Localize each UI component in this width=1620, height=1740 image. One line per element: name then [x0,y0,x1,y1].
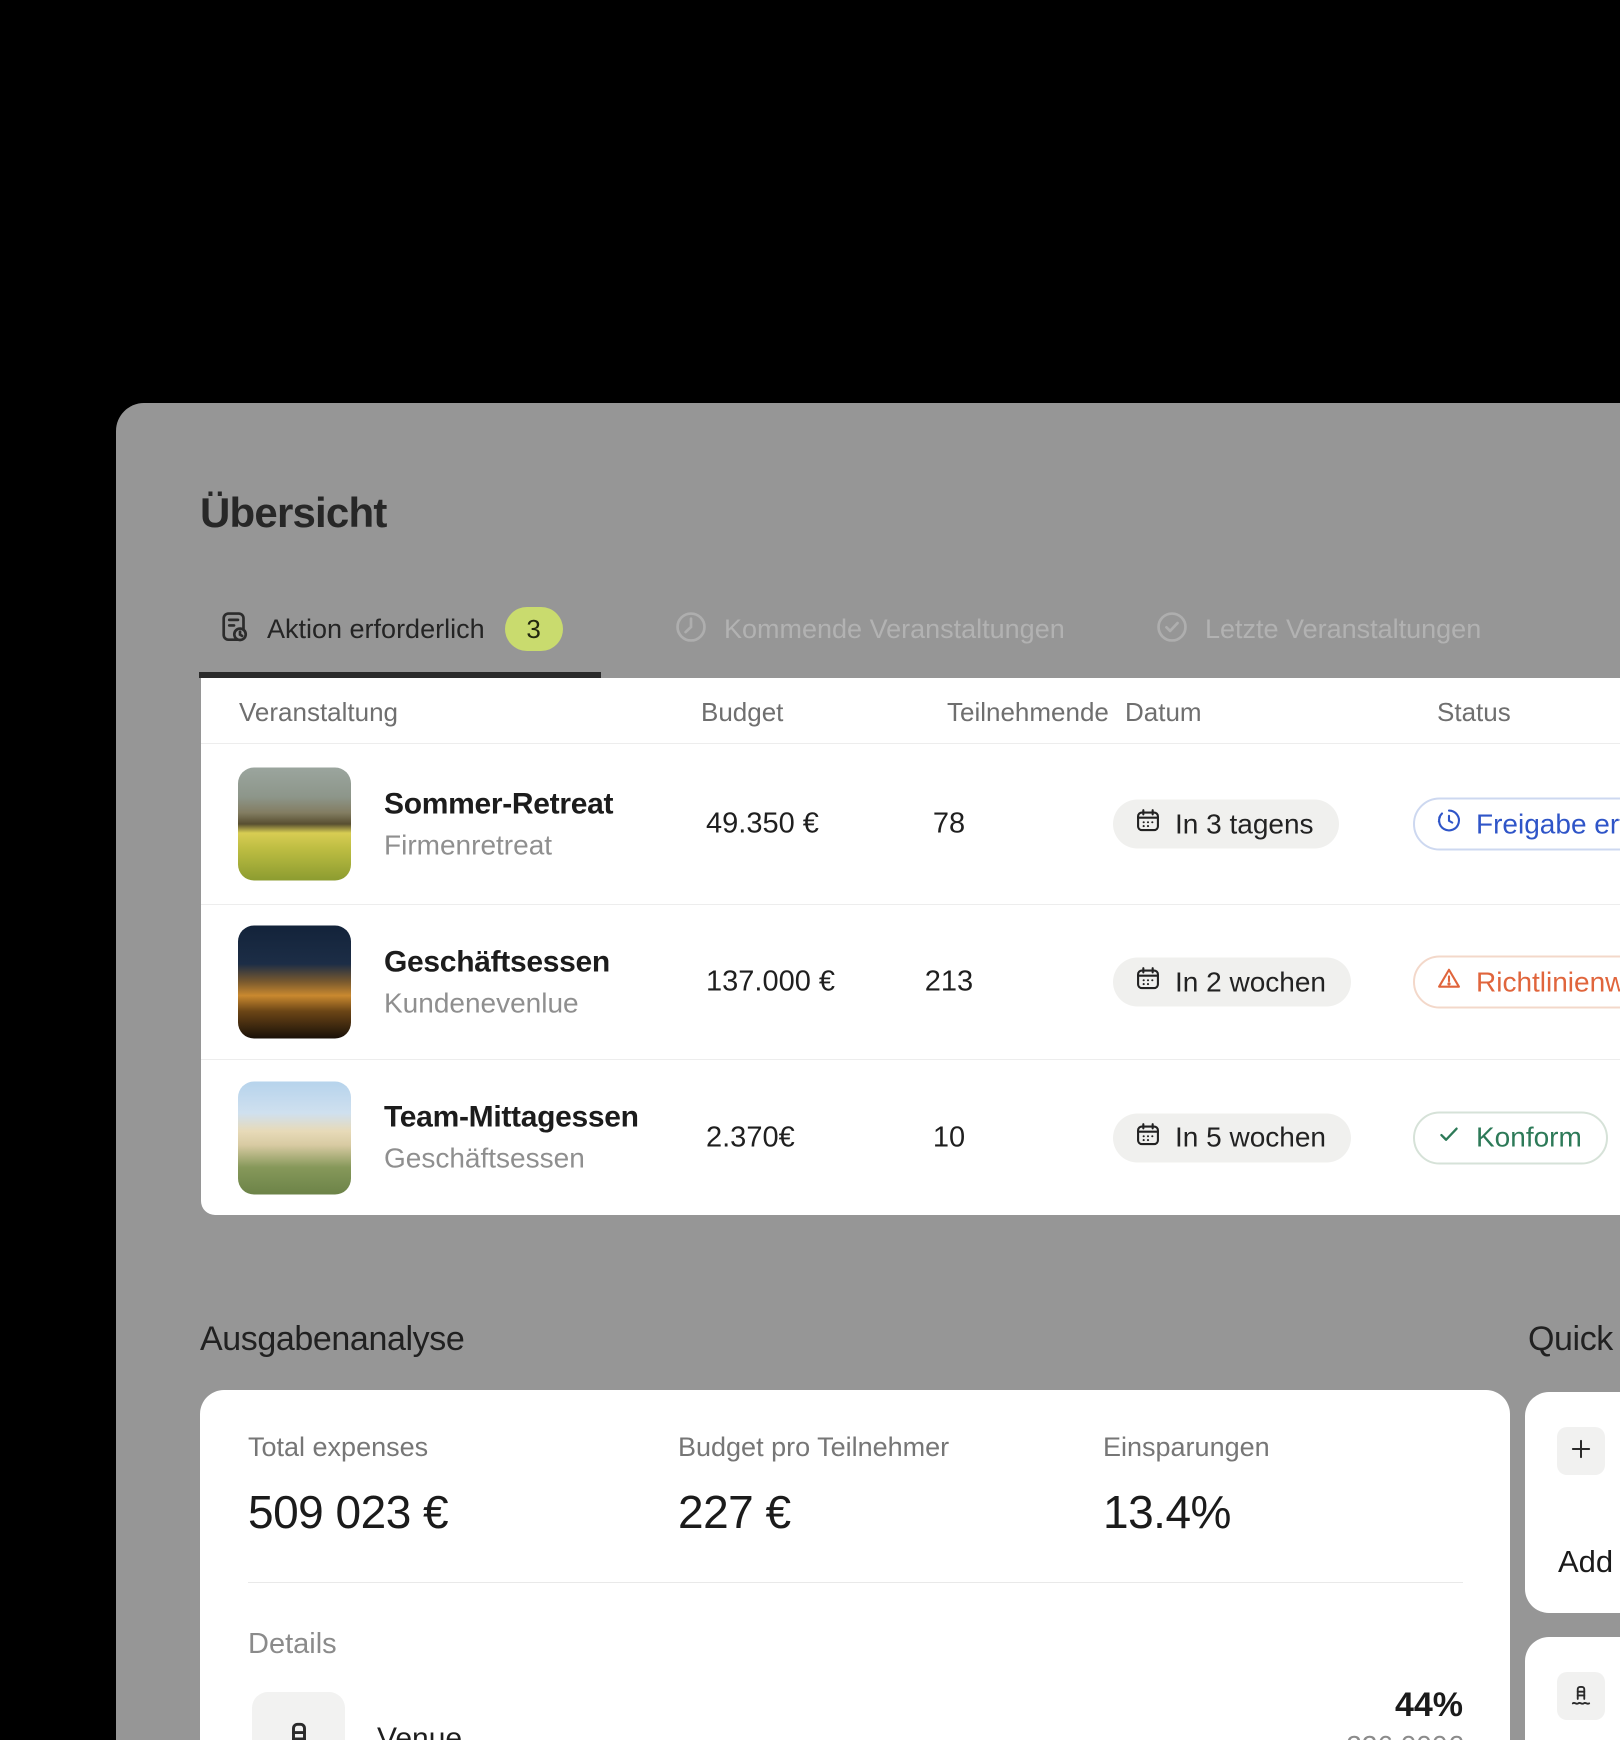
tab-kommende-veranstaltungen[interactable]: Kommende Veranstaltungen [672,603,1065,655]
table-header: Veranstaltung Budget Teilnehmende Datum … [201,678,1620,744]
details-label: Details [248,1628,337,1661]
plus-icon [1566,1434,1596,1469]
calendar-icon [1134,807,1162,842]
clock-dashed-icon [1435,807,1463,842]
quick-panel-heading: Quick [1528,1320,1613,1359]
tab-label: Letzte Veranstaltungen [1205,614,1481,645]
page-title: Übersicht [200,489,387,537]
event-category: Firmenretreat [384,829,613,861]
warning-triangle-icon [1435,965,1463,1000]
tab-count-badge: 3 [505,607,563,651]
event-participants: 78 [899,808,999,841]
tab-letzte-veranstaltungen[interactable]: Letzte Veranstaltungen [1153,603,1481,655]
event-thumbnail-retreat [238,768,351,881]
table-row[interactable]: Geschäftsessen Kundenevenlue 137.000 € 2… [201,905,1620,1060]
stat-label: Budget pro Teilnehmer [678,1432,949,1463]
expense-analysis-heading: Ausgabenanalyse [200,1320,464,1359]
status-badge-compliant: Konform [1413,1111,1608,1164]
divider [248,1582,1463,1583]
tab-aktion-erforderlich[interactable]: Aktion erforderlich 3 [215,603,563,655]
add-button[interactable] [1557,1427,1605,1475]
stat-total-expenses: Total expenses 509 023 € [248,1432,448,1539]
event-thumbnail-dinner [238,926,351,1039]
event-participants: 10 [899,1121,999,1154]
status-badge-approval: Freigabe erf [1413,798,1620,851]
date-chip: In 2 wochen [1113,958,1351,1007]
column-header-datum: Datum [1125,697,1202,728]
tab-label: Aktion erforderlich [267,614,485,645]
status-label: Richtlinienw [1476,966,1620,998]
table-row[interactable]: Team-Mittagessen Geschäftsessen 2.370€ 1… [201,1060,1620,1215]
stat-label: Einsparungen [1103,1432,1270,1463]
event-participants: 213 [899,966,999,999]
stat-budget-per-participant: Budget pro Teilnehmer 227 € [678,1432,949,1539]
detail-name: Venue [377,1722,462,1740]
calendar-icon [1134,1120,1162,1155]
date-chip-label: In 3 tagens [1175,808,1314,840]
quick-second-card[interactable] [1525,1637,1620,1740]
stat-savings: Einsparungen 13.4% [1103,1432,1270,1539]
calendar-icon [1134,965,1162,1000]
status-label: Freigabe erf [1476,808,1620,840]
stat-value: 509 023 € [248,1485,448,1539]
event-thumbnail-lunch [238,1081,351,1194]
table-row[interactable]: Sommer-Retreat Firmenretreat 49.350 € 78 [201,744,1620,905]
event-budget: 2.370€ [706,1121,795,1154]
event-name: Team-Mittagessen [384,1101,639,1135]
check-circle-icon [1153,608,1191,651]
quick-add-card[interactable]: Add [1525,1392,1620,1613]
event-budget: 49.350 € [706,808,819,841]
add-card-label: Add [1558,1544,1613,1580]
check-icon [1435,1120,1463,1155]
event-name: Sommer-Retreat [384,787,613,821]
clock-circle-icon [672,608,710,651]
date-chip-label: In 5 wochen [1175,1122,1326,1154]
event-budget: 137.000 € [706,966,835,999]
pool-ladder-icon [1557,1672,1605,1720]
stat-label: Total expenses [248,1432,448,1463]
detail-amount: 226.000€ [1346,1730,1463,1740]
document-clock-icon [215,608,253,651]
tab-label: Kommende Veranstaltungen [724,614,1065,645]
date-chip-label: In 2 wochen [1175,966,1326,998]
expense-analysis-card: Total expenses 509 023 € Budget pro Teil… [200,1390,1510,1740]
event-category: Geschäftsessen [384,1143,639,1175]
status-label: Konform [1476,1122,1582,1154]
event-category: Kundenevenlue [384,987,610,1019]
detail-row-venue[interactable]: Venue 44% 226.000€ [248,1692,1463,1740]
venue-pool-ladder-icon [252,1692,345,1740]
detail-percent: 44% [1395,1686,1463,1725]
stat-value: 13.4% [1103,1485,1270,1539]
column-header-budget: Budget [701,697,783,728]
screen: Übersicht Aktion erforderlich 3 [0,0,1620,1740]
column-header-status: Status [1437,697,1511,728]
column-header-teilnehmende: Teilnehmende [947,697,1109,728]
column-header-veranstaltung: Veranstaltung [239,697,398,728]
overview-panel: Übersicht Aktion erforderlich 3 [116,403,1620,1740]
event-name: Geschäftsessen [384,945,610,979]
status-badge-warning: Richtlinienw [1413,956,1620,1009]
date-chip: In 5 wochen [1113,1113,1351,1162]
date-chip: In 3 tagens [1113,800,1339,849]
stat-value: 227 € [678,1485,949,1539]
events-table: Veranstaltung Budget Teilnehmende Datum … [201,678,1620,1215]
